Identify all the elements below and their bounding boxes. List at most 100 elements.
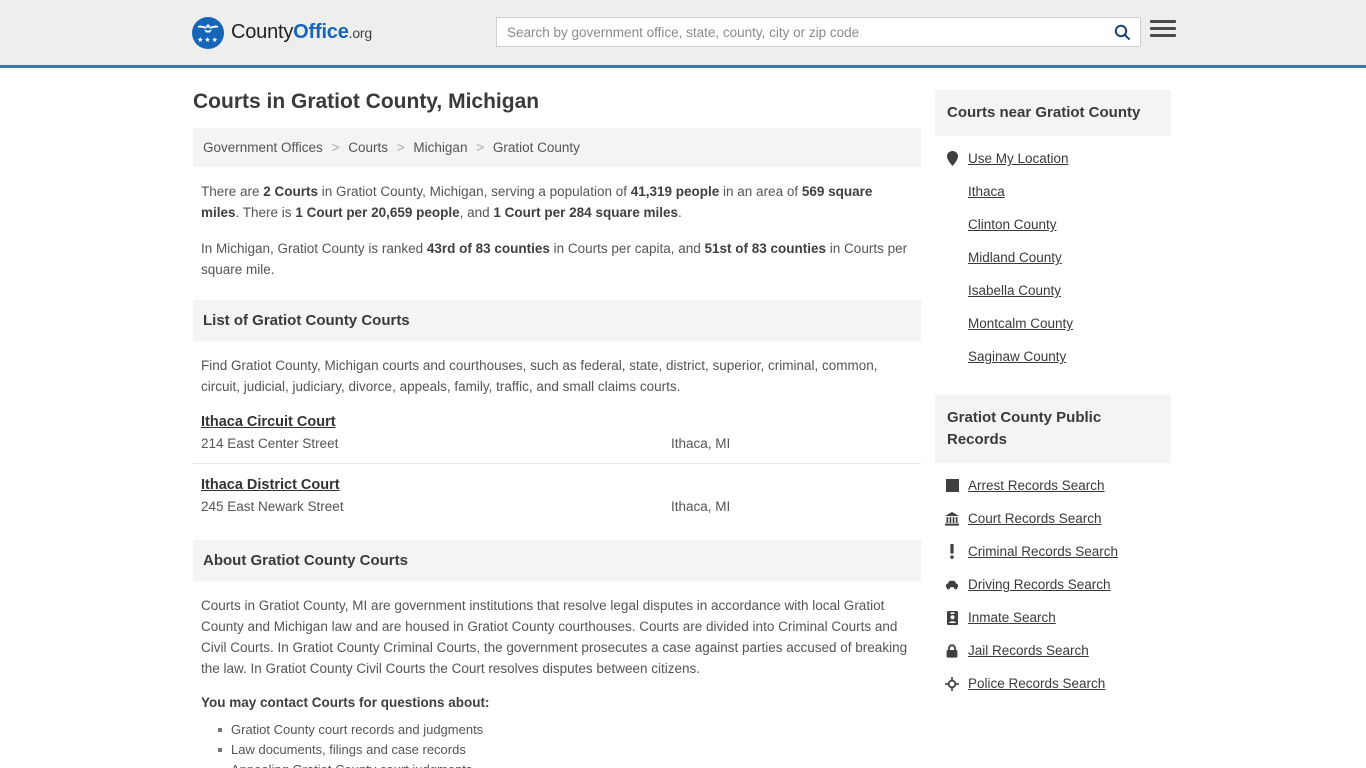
about-section-heading: About Gratiot County Courts — [193, 540, 921, 581]
breadcrumb-item-gratiot-county[interactable]: Gratiot County — [493, 140, 580, 155]
logo-text-county: County — [231, 21, 294, 43]
court-row: Ithaca Circuit Court 214 East Center Stre… — [193, 413, 921, 464]
about-paragraph: Courts in Gratiot County, MI are governm… — [201, 598, 908, 676]
car-icon — [945, 577, 959, 592]
stat-value: 43rd of 83 counties — [426, 241, 550, 256]
logo-stars: ★★★ — [197, 36, 219, 44]
list-section-intro: Find Gratiot County, Michigan courts and… — [201, 358, 878, 394]
court-address-line: 214 East Center Street Ithaca, MI — [201, 436, 913, 451]
stat-value: 2 Courts — [263, 184, 319, 199]
records-link-criminal-records-search[interactable]: Criminal Records Search — [935, 535, 1171, 568]
link-label: Use My Location — [968, 151, 1069, 166]
contact-heading: You may contact Courts for questions abo… — [201, 695, 490, 710]
nearby-link-montcalm-county[interactable]: Montcalm County — [935, 307, 1171, 340]
logo-wordmark: CountyOffice.org — [231, 21, 372, 44]
records-link-court-records-search[interactable]: Court Records Search — [935, 502, 1171, 535]
records-link-jail-records-search[interactable]: Jail Records Search — [935, 634, 1171, 667]
no-icon — [945, 349, 959, 364]
hamburger-menu-icon[interactable] — [1150, 20, 1176, 37]
fingerprint-icon — [945, 478, 959, 493]
records-block: Gratiot County Public Records Arrest Rec… — [935, 395, 1171, 700]
contact-list: Gratiot County court records and judgmen… — [193, 720, 921, 768]
records-link-driving-records-search[interactable]: Driving Records Search — [935, 568, 1171, 601]
breadcrumb-item-courts[interactable]: Courts — [348, 140, 388, 155]
link-label: Midland County — [968, 250, 1062, 265]
stat-text: . There is — [235, 205, 296, 220]
main-column: Courts in Gratiot County, Michigan Gover… — [193, 68, 921, 768]
breadcrumb-separator: > — [396, 140, 405, 155]
no-icon — [945, 283, 959, 298]
search-button[interactable] — [1104, 18, 1140, 46]
court-name-link[interactable]: Ithaca District Court — [201, 477, 340, 493]
records-link-arrest-records-search[interactable]: Arrest Records Search — [935, 469, 1171, 502]
nearby-link-ithaca[interactable]: Ithaca — [935, 175, 1171, 208]
link-label: Criminal Records Search — [968, 544, 1119, 559]
breadcrumb-separator: > — [331, 140, 340, 155]
breadcrumb: Government Offices > Courts > Michigan >… — [193, 128, 921, 167]
sidebar: Courts near Gratiot County Use My Locati… — [935, 68, 1171, 768]
breadcrumb-item-government-offices[interactable]: Government Offices — [203, 140, 323, 155]
no-icon — [945, 316, 959, 331]
breadcrumb-separator: > — [476, 140, 485, 155]
nearby-link-clinton-county[interactable]: Clinton County — [935, 208, 1171, 241]
breadcrumb-item-michigan[interactable]: Michigan — [413, 140, 467, 155]
contact-list-item: Law documents, filings and case records — [218, 740, 921, 760]
link-label: Saginaw County — [968, 349, 1067, 364]
stat-text: In Michigan, Gratiot County is ranked — [201, 241, 427, 256]
court-row: Ithaca District Court 245 East Newark Str… — [193, 476, 921, 526]
stat-value: 1 Court per 284 square miles — [493, 205, 678, 220]
stats-paragraph-2: In Michigan, Gratiot County is ranked 43… — [201, 238, 913, 280]
stat-text: in Gratiot County, Michigan, serving a p… — [318, 184, 631, 199]
hamburger-bar — [1150, 20, 1176, 23]
nearby-links: Use My Location Ithaca Clinton County Midla… — [935, 136, 1171, 373]
court-list: Ithaca Circuit Court 214 East Center Stre… — [193, 413, 921, 526]
contact-list-item: Appealing Gratiot County court judgments — [231, 760, 921, 768]
court-city: Ithaca, MI — [671, 499, 731, 514]
records-section-heading: Gratiot County Public Records — [935, 395, 1171, 463]
map-pin-icon — [945, 151, 959, 166]
nearby-link-saginaw-county[interactable]: Saginaw County — [935, 340, 1171, 373]
nearby-link-midland-county[interactable]: Midland County — [935, 241, 1171, 274]
link-label: Court Records Search — [968, 511, 1102, 526]
search-icon — [1114, 24, 1130, 40]
site-header: ★★★ CountyOffice.org — [0, 0, 1366, 68]
lock-icon — [945, 643, 959, 658]
records-link-inmate-search[interactable]: Inmate Search — [935, 601, 1171, 634]
logo-text-office: Office — [293, 21, 349, 43]
list-section-heading: List of Gratiot County Courts — [193, 300, 921, 341]
court-name-link[interactable]: Ithaca Circuit Court — [201, 414, 336, 430]
search-bar[interactable] — [496, 17, 1141, 47]
eagle-glyph — [198, 23, 218, 32]
nearby-section-heading: Courts near Gratiot County — [935, 90, 1171, 136]
stat-text: , and — [459, 205, 494, 220]
link-label: Ithaca — [968, 184, 1005, 199]
stat-text: in Courts per capita, and — [549, 241, 705, 256]
content-container: Courts in Gratiot County, Michigan Gover… — [193, 68, 1173, 768]
site-logo[interactable]: ★★★ CountyOffice.org — [192, 16, 372, 49]
courthouse-icon — [945, 511, 959, 526]
records-link-police-records-search[interactable]: Police Records Search — [935, 667, 1171, 700]
stat-value: 1 Court per 20,659 people — [295, 205, 460, 220]
contact-list-item: Gratiot County court records and judgmen… — [218, 720, 921, 740]
exclamation-icon — [945, 544, 959, 559]
stat-text: in an area of — [719, 184, 802, 199]
nearby-link-isabella-county[interactable]: Isabella County — [935, 274, 1171, 307]
stats-paragraph-1: There are 2 Courts in Gratiot County, Mi… — [201, 181, 913, 223]
link-label: Arrest Records Search — [968, 478, 1105, 493]
link-label: Jail Records Search — [968, 643, 1089, 658]
no-icon — [945, 184, 959, 199]
no-icon — [945, 250, 959, 265]
link-label: Montcalm County — [968, 316, 1074, 331]
hamburger-bar — [1150, 27, 1176, 30]
stat-text: There are — [201, 184, 264, 199]
nearby-link-use-my-location[interactable]: Use My Location — [935, 142, 1171, 175]
court-city: Ithaca, MI — [671, 436, 731, 451]
link-label: Isabella County — [968, 283, 1062, 298]
search-input[interactable] — [497, 18, 1104, 46]
page-body: Courts in Gratiot County, Michigan Gover… — [0, 68, 1366, 768]
link-label: Driving Records Search — [968, 577, 1111, 592]
stat-value: 41,319 people — [630, 184, 720, 199]
link-label: Inmate Search — [968, 610, 1056, 625]
stat-text: . — [677, 205, 682, 220]
link-label: Clinton County — [968, 217, 1057, 232]
